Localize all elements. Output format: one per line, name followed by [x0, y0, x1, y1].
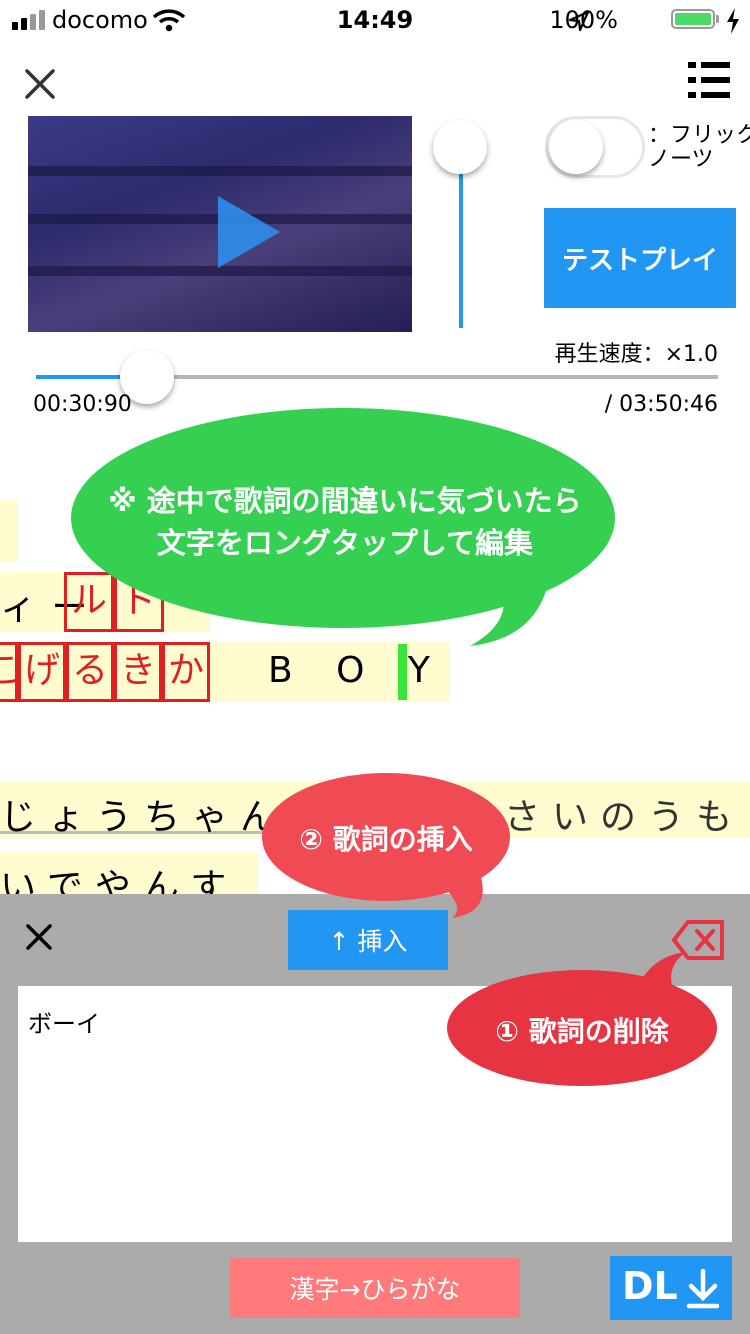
menu-button[interactable] [688, 62, 730, 100]
download-arrow-icon [686, 1269, 720, 1309]
list-icon [688, 62, 730, 98]
lyric-line-2-tail[interactable]: B O Y [268, 650, 446, 691]
charging-icon [727, 8, 739, 34]
status-bar: docomo 14:49 100% [0, 0, 750, 40]
tip-edit-line2: 文字をロングタップして編集 [156, 526, 534, 560]
tip-edit-line1: ※ 途中で歌詞の間違いに気づいたら [108, 484, 582, 518]
battery-tip [716, 15, 719, 23]
test-play-button[interactable]: テストプレイ [544, 208, 736, 308]
volume-slider-thumb[interactable] [433, 120, 487, 174]
video-scene-shelf [28, 166, 412, 176]
flick-toggle[interactable] [545, 116, 645, 178]
toggle-knob [549, 120, 603, 174]
lyric-char-error[interactable]: き [114, 642, 162, 702]
tip-insert-label: ② 歌詞の挿入 [299, 823, 473, 856]
clock: 14:49 [336, 6, 414, 34]
lyric-char-error[interactable]: こ [0, 642, 21, 702]
lyric-line-highlight [0, 500, 18, 562]
lyric-char-error[interactable]: る [66, 642, 114, 702]
play-icon[interactable] [218, 196, 280, 268]
lyric-char-error[interactable]: か [162, 642, 210, 702]
close-icon [25, 69, 55, 99]
cursor-marker [398, 644, 407, 700]
lyric-char-error[interactable]: げ [18, 642, 66, 702]
tip-delete-label: ① 歌詞の削除 [495, 1015, 669, 1048]
battery-percent: 100% [549, 6, 618, 34]
editor-close-button[interactable] [24, 922, 54, 952]
battery-icon [671, 9, 715, 29]
volume-slider-track[interactable] [459, 148, 463, 328]
kanji-to-hiragana-button[interactable]: 漢字→ひらがな [230, 1258, 520, 1318]
download-button[interactable]: DL [610, 1256, 732, 1320]
insert-button[interactable]: ↑ 挿入 [288, 910, 448, 970]
playback-speed-label[interactable]: 再生速度：×1.0 [500, 336, 718, 368]
lyric-line-3a[interactable]: じょうちゃん [0, 788, 288, 840]
flick-label: ：フリック ノーツ [648, 123, 750, 172]
close-button[interactable] [22, 66, 58, 102]
video-player[interactable] [28, 116, 412, 332]
download-label: DL [622, 1264, 678, 1308]
close-icon [26, 924, 52, 950]
